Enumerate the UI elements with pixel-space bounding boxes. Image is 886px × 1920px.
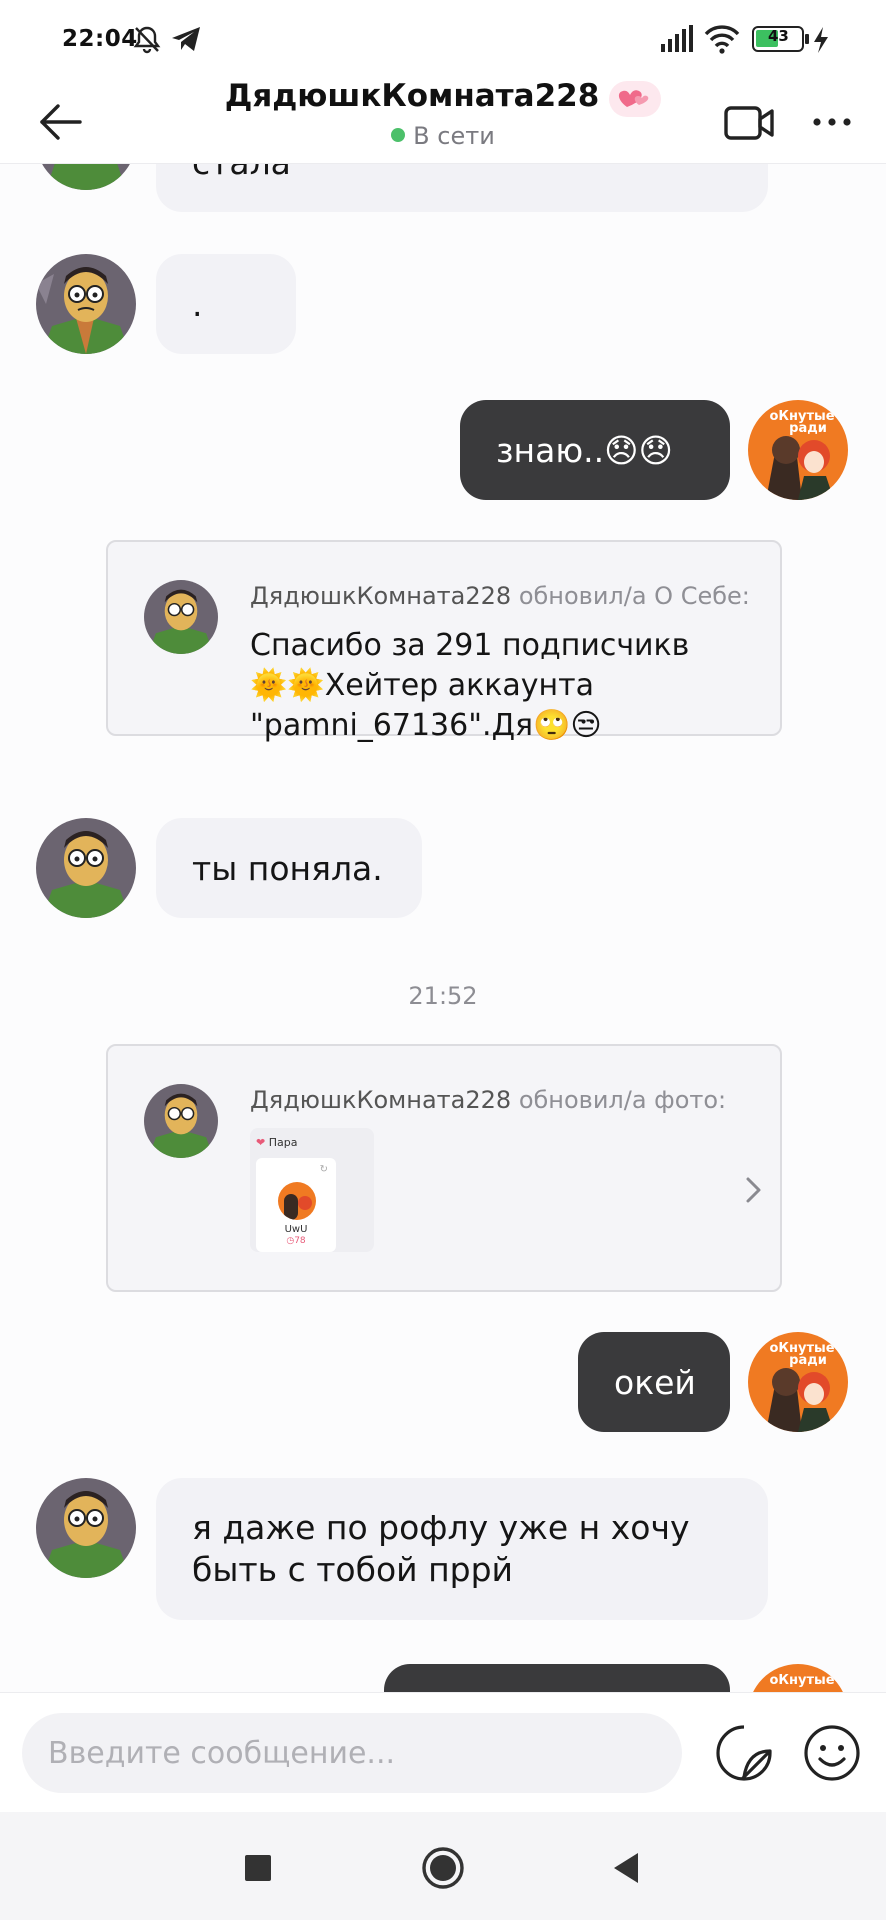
svg-text:ради: ради xyxy=(789,421,827,436)
incoming-message[interactable]: . xyxy=(156,254,296,354)
battery-level: 43 xyxy=(768,27,789,45)
message-text: ты поняла. xyxy=(192,848,383,888)
wifi-icon xyxy=(704,25,740,54)
system-nav-bar xyxy=(0,1812,886,1920)
video-call-button[interactable] xyxy=(720,92,780,152)
message-text: быть с тобой пррй xyxy=(192,1550,514,1589)
photo-update-card[interactable]: ДядюшкКомната228 обновил/а фото: ❤ Пара … xyxy=(106,1044,782,1292)
my-avatar[interactable]: оКнутые ради xyxy=(748,400,848,500)
mute-bell-icon xyxy=(133,26,161,54)
chat-title[interactable]: ДядюшкКомната228 xyxy=(225,78,600,114)
message-timestamp: 21:52 xyxy=(408,982,478,1010)
my-avatar[interactable]: оКнутые xyxy=(748,1664,848,1692)
back-nav-button[interactable] xyxy=(596,1842,656,1894)
card-body: Спасибо за 291 подписчикв 🌞🌞Хейтер аккау… xyxy=(250,626,770,746)
card-action: обновил/а фото: xyxy=(518,1086,727,1114)
telegram-icon xyxy=(172,27,200,51)
heart-badge-icon xyxy=(609,80,662,117)
outgoing-message[interactable] xyxy=(384,1664,730,1692)
card-author[interactable]: ДядюшкКомната228 xyxy=(250,582,511,610)
triangle-back-icon xyxy=(614,1853,638,1883)
contact-avatar[interactable] xyxy=(36,1478,136,1578)
message-text: . xyxy=(192,284,203,324)
thumb-label: Пара xyxy=(268,1136,298,1149)
contact-avatar[interactable] xyxy=(36,254,136,354)
status-time: 22:04 xyxy=(62,26,138,52)
profile-update-card[interactable]: ДядюшкКомната228 обновил/а О Себе: Спаси… xyxy=(106,540,782,743)
chat-header: ДядюшкКомната228 В сети xyxy=(0,78,886,164)
svg-text:ради: ради xyxy=(789,1353,827,1368)
card-author[interactable]: ДядюшкКомната228 xyxy=(250,1086,511,1114)
video-camera-icon xyxy=(724,106,774,140)
more-options-button[interactable] xyxy=(802,92,862,152)
smiley-icon xyxy=(804,1725,860,1781)
incoming-message[interactable]: я даже по рофлу уже н хочу быть с тобой … xyxy=(156,1478,768,1620)
card-line: Спасибо за 291 подписчикв xyxy=(250,628,690,663)
thumb-count: 78 xyxy=(294,1236,306,1246)
message-input-bar xyxy=(0,1692,886,1812)
square-icon xyxy=(245,1855,271,1881)
incoming-message[interactable]: стала xyxy=(156,164,768,212)
home-button[interactable] xyxy=(413,1842,473,1894)
card-author-avatar[interactable] xyxy=(144,580,218,654)
battery-icon: 43 xyxy=(752,26,809,52)
message-text: знаю..😞😞 xyxy=(496,430,673,470)
my-avatar[interactable]: оКнутые ради xyxy=(748,1332,848,1432)
card-action: обновил/а О Себе: xyxy=(518,582,750,610)
card-author-avatar[interactable] xyxy=(144,1084,218,1158)
online-dot xyxy=(391,128,406,142)
home-circle-icon xyxy=(422,1847,464,1889)
charging-icon xyxy=(814,27,828,53)
card-header: ДядюшкКомната228 обновил/а О Себе: xyxy=(250,582,750,610)
refresh-icon: ↻ xyxy=(319,1164,328,1175)
message-text: окей xyxy=(614,1362,696,1402)
thumb-avatar xyxy=(278,1182,316,1220)
recents-button[interactable] xyxy=(228,1842,288,1894)
message-text: стала xyxy=(192,164,291,182)
heart-icon: ❤ xyxy=(256,1136,266,1149)
photo-thumbnail[interactable]: ❤ Пара UwU ◷78 ↻ xyxy=(250,1128,374,1252)
svg-text:оКнутые: оКнутые xyxy=(769,1673,834,1688)
online-status-label: В сети xyxy=(413,122,495,150)
message-text: я даже по рофлу уже н хочу xyxy=(192,1508,690,1547)
sticker-button[interactable] xyxy=(712,1721,776,1785)
incoming-message[interactable]: ты поняла. xyxy=(156,818,422,918)
outgoing-message[interactable]: окей xyxy=(578,1332,730,1432)
contact-avatar[interactable] xyxy=(36,164,136,190)
emoji-button[interactable] xyxy=(800,1721,864,1785)
card-line: 🌞🌞Хейтер аккаунта xyxy=(250,668,594,703)
status-bar: 22:04 43 xyxy=(0,0,886,78)
chevron-right-icon[interactable] xyxy=(744,1176,764,1204)
signal-icon xyxy=(661,25,693,52)
thumb-name: UwU xyxy=(284,1224,308,1235)
message-input[interactable] xyxy=(22,1713,682,1793)
card-line: "pamni_67136".Дя🙄😒 xyxy=(250,708,602,743)
card-header: ДядюшкКомната228 обновил/а фото: xyxy=(250,1086,726,1114)
contact-avatar[interactable] xyxy=(36,818,136,918)
more-dots-icon xyxy=(813,118,851,126)
chat-messages[interactable]: стала . знаю..😞😞 оКнутые xyxy=(0,164,886,1692)
outgoing-message[interactable]: знаю..😞😞 xyxy=(460,400,730,500)
sticker-icon xyxy=(716,1725,772,1781)
